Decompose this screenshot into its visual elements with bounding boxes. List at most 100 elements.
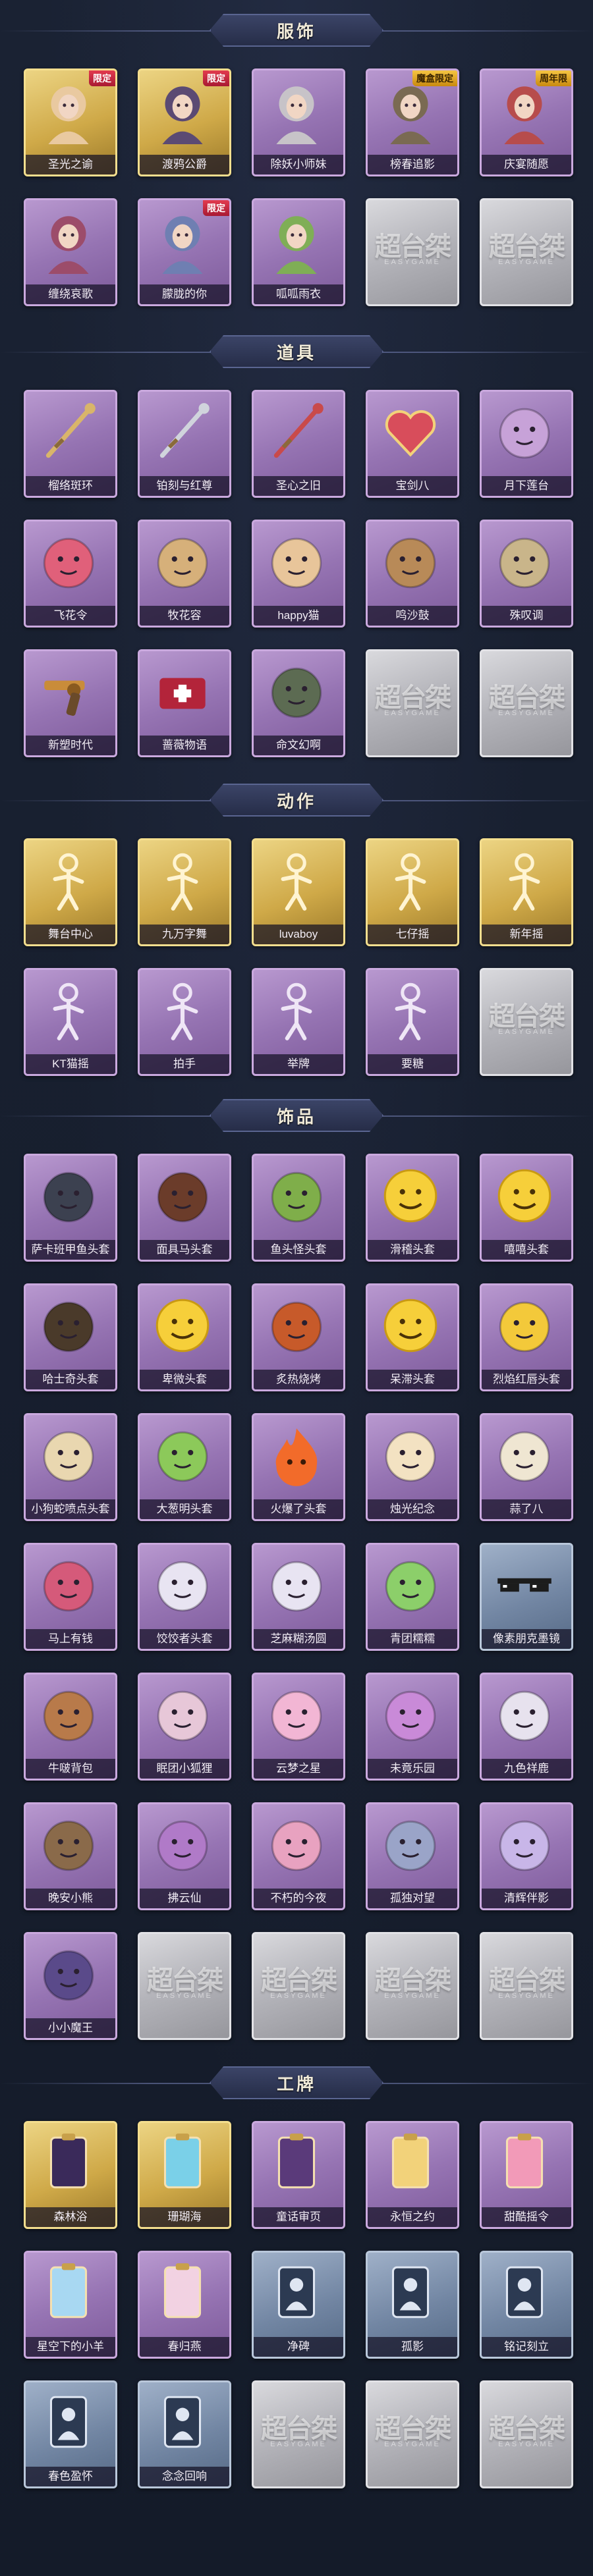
empty-slot[interactable]: 超台桀 EASYGAME: [252, 2380, 345, 2488]
demon-doll-icon: [35, 1941, 102, 2008]
item-card[interactable]: 九万字舞: [138, 838, 231, 946]
item-card[interactable]: 鱼头怪头套: [252, 1154, 345, 1262]
item-card[interactable]: 小狗蛇喷点头套: [24, 1413, 117, 1521]
item-card[interactable]: 珊瑚海: [138, 2121, 231, 2229]
item-card[interactable]: KT猫摇: [24, 968, 117, 1076]
item-card[interactable]: 舞台中心: [24, 838, 117, 946]
item-card[interactable]: 哈士奇头套: [24, 1283, 117, 1391]
item-card[interactable]: 限定 渡鸦公爵: [138, 68, 231, 176]
item-card[interactable]: 春归燕: [138, 2251, 231, 2359]
item-card[interactable]: 榴络斑环: [24, 390, 117, 498]
item-card[interactable]: 烈焰红唇头套: [480, 1283, 573, 1391]
item-card[interactable]: 大葱明头套: [138, 1413, 231, 1521]
item-card[interactable]: 面具马头套: [138, 1154, 231, 1262]
item-card[interactable]: 圣心之旧: [252, 390, 345, 498]
item-card[interactable]: 眠团小狐狸: [138, 1673, 231, 1781]
placeholder-logo-subtext: EASYGAME: [270, 2440, 327, 2448]
empty-slot[interactable]: 超台桀 EASYGAME: [480, 2380, 573, 2488]
item-card[interactable]: 魔盒限定 榜春追影: [366, 68, 459, 176]
lantern-small-icon: [263, 658, 330, 725]
item-card[interactable]: 不朽的今夜: [252, 1802, 345, 1910]
item-card[interactable]: 净碑: [252, 2251, 345, 2359]
item-card[interactable]: 鸣沙鼓: [366, 520, 459, 628]
item-card[interactable]: 限定 朦胧的你: [138, 198, 231, 306]
item-card[interactable]: 牧花容: [138, 520, 231, 628]
empty-slot[interactable]: 超台桀 EASYGAME: [480, 649, 573, 757]
item-card[interactable]: 饺饺者头套: [138, 1543, 231, 1651]
pose-figure-icon: [491, 847, 558, 914]
item-card[interactable]: luvaboy: [252, 838, 345, 946]
item-card[interactable]: 要糖: [366, 968, 459, 1076]
item-card[interactable]: 萨卡班甲鱼头套: [24, 1154, 117, 1262]
character-portrait-icon: [149, 207, 216, 274]
item-card[interactable]: 新塑时代: [24, 649, 117, 757]
item-card[interactable]: 晚安小熊: [24, 1802, 117, 1910]
item-card[interactable]: 周年限 庆宴随愿: [480, 68, 573, 176]
item-card[interactable]: 铭记刻立: [480, 2251, 573, 2359]
item-card[interactable]: 命文幻啊: [252, 649, 345, 757]
item-card[interactable]: 火爆了头套: [252, 1413, 345, 1521]
item-card[interactable]: 孤独对望: [366, 1802, 459, 1910]
item-card[interactable]: 拂云仙: [138, 1802, 231, 1910]
item-card[interactable]: 芝麻糊汤圆: [252, 1543, 345, 1651]
flower-bouquet-icon: [35, 528, 102, 595]
empty-slot[interactable]: 超台桀 EASYGAME: [366, 198, 459, 306]
item-card[interactable]: 炙热烧烤: [252, 1283, 345, 1391]
item-card[interactable]: 清辉伴影: [480, 1802, 573, 1910]
item-card[interactable]: 九色祥鹿: [480, 1673, 573, 1781]
item-card[interactable]: 云梦之星: [252, 1673, 345, 1781]
item-label: 哈士奇头套: [26, 1370, 115, 1389]
item-card[interactable]: 永恒之约: [366, 2121, 459, 2229]
item-card[interactable]: 甜酷摇令: [480, 2121, 573, 2229]
item-card[interactable]: 铂刻与红尊: [138, 390, 231, 498]
item-card[interactable]: 新年摇: [480, 838, 573, 946]
item-card[interactable]: 孤影: [366, 2251, 459, 2359]
staff-icon: [35, 398, 102, 466]
item-card[interactable]: 呆滞头套: [366, 1283, 459, 1391]
item-card[interactable]: 呱呱雨衣: [252, 198, 345, 306]
item-label: 嘻嘻头套: [482, 1240, 571, 1260]
item-card[interactable]: 像素朋克墨镜: [480, 1543, 573, 1651]
rabbit-pendant-icon: [263, 1811, 330, 1878]
item-card[interactable]: 除妖小师妹: [252, 68, 345, 176]
item-card[interactable]: 童话审页: [252, 2121, 345, 2229]
empty-slot[interactable]: 超台桀 EASYGAME: [480, 968, 573, 1076]
empty-slot[interactable]: 超台桀 EASYGAME: [480, 1932, 573, 2040]
item-card[interactable]: 宝剑八: [366, 390, 459, 498]
item-label: 举牌: [254, 1054, 343, 1074]
item-card[interactable]: 森林浴: [24, 2121, 117, 2229]
empty-slot[interactable]: 超台桀 EASYGAME: [366, 1932, 459, 2040]
item-card[interactable]: 未竟乐园: [366, 1673, 459, 1781]
item-card[interactable]: 限定 圣光之谕: [24, 68, 117, 176]
item-card[interactable]: 月下莲台: [480, 390, 573, 498]
item-card[interactable]: 飞花令: [24, 520, 117, 628]
item-card[interactable]: 蒜了八: [480, 1413, 573, 1521]
item-card[interactable]: 缠绕哀歌: [24, 198, 117, 306]
item-card[interactable]: 小小魔王: [24, 1932, 117, 2040]
item-card[interactable]: 烛光纪念: [366, 1413, 459, 1521]
item-label: 森林浴: [26, 2207, 115, 2227]
item-card[interactable]: 马上有钱: [24, 1543, 117, 1651]
item-card[interactable]: 念念回响: [138, 2380, 231, 2488]
item-card[interactable]: 牛啵背包: [24, 1673, 117, 1781]
item-card[interactable]: 殊叹调: [480, 520, 573, 628]
item-card[interactable]: 卑微头套: [138, 1283, 231, 1391]
item-card[interactable]: 七仔摇: [366, 838, 459, 946]
empty-slot[interactable]: 超台桀 EASYGAME: [366, 2380, 459, 2488]
item-card[interactable]: 蔷薇物语: [138, 649, 231, 757]
item-card[interactable]: happy猫: [252, 520, 345, 628]
empty-slot[interactable]: 超台桀 EASYGAME: [366, 649, 459, 757]
section-title: 道具: [276, 343, 316, 363]
item-card[interactable]: 举牌: [252, 968, 345, 1076]
item-card[interactable]: 滑稽头套: [366, 1154, 459, 1262]
item-card[interactable]: 嘻嘻头套: [480, 1154, 573, 1262]
item-card[interactable]: 拍手: [138, 968, 231, 1076]
item-card[interactable]: 星空下的小羊: [24, 2251, 117, 2359]
empty-slot[interactable]: 超台桀 EASYGAME: [252, 1932, 345, 2040]
empty-slot[interactable]: 超台桀 EASYGAME: [138, 1932, 231, 2040]
badge-card-icon: [491, 2130, 558, 2197]
item-card[interactable]: 青团糯糯: [366, 1543, 459, 1651]
sword-icon: [149, 398, 216, 466]
item-card[interactable]: 春色盈怀: [24, 2380, 117, 2488]
empty-slot[interactable]: 超台桀 EASYGAME: [480, 198, 573, 306]
